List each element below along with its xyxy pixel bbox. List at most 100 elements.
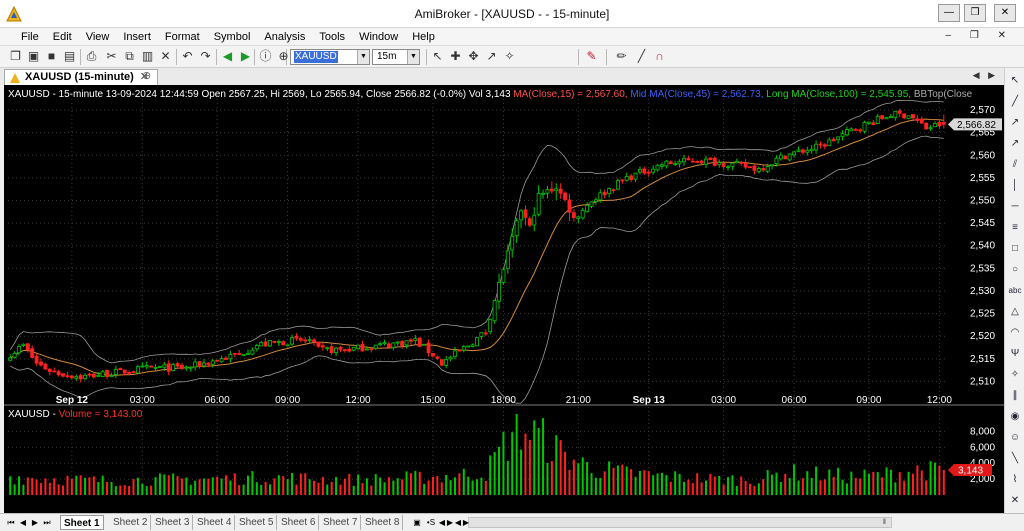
regression-icon[interactable]: ╲ [1008,452,1022,466]
save-all-icon[interactable]: ▤ [62,49,77,64]
cut-icon[interactable]: ✂ [104,49,119,64]
menu-window[interactable]: Window [352,31,405,43]
sheet-tab-6[interactable]: Sheet 6 [278,515,320,530]
menu-help[interactable]: Help [405,31,442,43]
new-icon[interactable]: ❐ [8,49,23,64]
candle-body [611,189,616,192]
sheet-tab-8[interactable]: Sheet 8 [362,515,404,530]
volume-bar [163,474,166,495]
sheet-lock-icon[interactable]: ▣ [410,517,424,528]
fibonacci-icon[interactable]: ≡ [1008,221,1022,235]
maximize-button[interactable]: ❐ [964,4,986,22]
print-icon[interactable]: ⎙ [84,49,99,64]
magnet-icon[interactable]: ∩ [652,49,667,64]
menu-format[interactable]: Format [158,31,207,43]
crosshair-icon[interactable]: ✚ [448,49,463,64]
symbol-combo[interactable]: XAUUSD ▼ [290,49,370,65]
menu-file[interactable]: File [14,31,46,43]
gann-icon[interactable]: ✧ [1008,368,1022,382]
candle-body [721,163,726,168]
info-icon[interactable]: ⓘ [258,49,273,64]
menu-insert[interactable]: Insert [116,31,158,43]
extended-line-icon[interactable]: ↗ [1008,137,1022,151]
smiley-icon[interactable]: ☺ [1008,431,1022,445]
select-icon[interactable]: ↗ [484,49,499,64]
sheet-fx-button[interactable]: •S [424,517,438,528]
arrow-cursor-icon[interactable]: ↖ [1008,74,1022,88]
prev-sheet-button[interactable]: ◀ [18,517,28,528]
sheet-nav-arrow[interactable]: ▶ [446,517,454,528]
tab-scroll-buttons[interactable]: ◀ ▶ [973,70,998,81]
color-pen-icon[interactable]: ✎ [584,49,599,64]
delete-drawings-icon[interactable]: ✕ [1008,494,1022,508]
delete-icon[interactable]: ✕ [158,49,173,64]
arc-icon[interactable]: ◠ [1008,326,1022,340]
paste-icon[interactable]: ▥ [140,49,155,64]
symbol-input[interactable]: XAUUSD [294,51,338,63]
scroll-thumb[interactable]: ‖ [883,519,889,526]
sheet-nav-arrow[interactable]: ◀ [454,517,462,528]
marker-icon[interactable]: ◉ [1008,410,1022,424]
zigzag-icon[interactable]: ⌇ [1008,473,1022,487]
chevron-down-icon[interactable]: ▼ [407,50,419,64]
tab-xauusd-15-minute[interactable]: XAUUSD (15-minute) ✕ [4,69,159,85]
back-icon[interactable]: ◀ [220,49,235,64]
candle-body [576,216,581,219]
trendline-icon[interactable]: ╱ [1008,95,1022,109]
open-icon[interactable]: ▣ [26,49,41,64]
mdi-window-controls[interactable]: – ❐ ✕ [946,30,1014,41]
next-sheet-button[interactable]: ▶ [30,517,40,528]
volume-bar [718,475,721,495]
volume-bar [691,483,694,495]
channel-icon[interactable]: ⫽ [1008,158,1022,172]
close-button[interactable]: ✕ [994,4,1016,22]
sheet-tab-4[interactable]: Sheet 4 [194,515,236,530]
sheet-tab-7[interactable]: Sheet 7 [320,515,362,530]
horizontal-line-icon[interactable]: ─ [1008,200,1022,214]
line-width-icon[interactable]: ╱ [634,49,649,64]
volume-bar [335,477,338,495]
ray-icon[interactable]: ↗ [1008,116,1022,130]
vertical-line-icon[interactable]: │ [1008,179,1022,193]
cycles-icon[interactable]: ∥ [1008,389,1022,403]
text-icon[interactable]: abc [1008,284,1022,298]
interval-combo[interactable]: 15m ▼ [372,49,420,65]
menu-analysis[interactable]: Analysis [257,31,312,43]
chart-canvas[interactable]: 2,510 2,515 2,520 2,525 2,530 2,535 2,540 2,545… [4,85,1004,513]
triangle-icon[interactable]: △ [1008,305,1022,319]
menu-edit[interactable]: Edit [46,31,79,43]
last-sheet-button[interactable]: ⏭ [42,517,52,528]
chart-area[interactable]: 2,510 2,515 2,520 2,525 2,530 2,535 2,540 2,545… [4,85,1004,513]
pitchfork-icon[interactable]: Ψ [1008,347,1022,361]
save-icon[interactable]: ■ [44,49,59,64]
redo-icon[interactable]: ↷ [198,49,213,64]
sheet-tab-1[interactable]: Sheet 1 [60,515,104,530]
candle-body [215,359,220,362]
sheet-tab-2[interactable]: Sheet 2 [110,515,152,530]
minimize-button[interactable]: — [938,4,960,22]
forward-icon[interactable]: ▶ [238,49,253,64]
menu-tools[interactable]: Tools [312,31,352,43]
pencil-icon[interactable]: ✏ [614,49,629,64]
chevron-down-icon[interactable]: ▼ [357,50,369,64]
menu-view[interactable]: View [79,31,117,43]
cursor-icon[interactable]: ↖ [430,49,445,64]
zoom-icon[interactable]: ⊕ [276,49,291,64]
volume-bar [233,473,236,495]
copy-icon[interactable]: ⧉ [122,49,137,64]
first-sheet-button[interactable]: ⏮ [6,517,16,528]
ellipse-icon[interactable]: ○ [1008,263,1022,277]
undo-icon[interactable]: ↶ [180,49,195,64]
sheet-tab-5[interactable]: Sheet 5 [236,515,278,530]
candle-body [391,342,396,349]
menu-symbol[interactable]: Symbol [207,31,258,43]
sheet-nav-arrow[interactable]: ◀ [438,517,446,528]
horizontal-scrollbar[interactable]: ‖ [468,517,892,528]
candle-body [153,366,158,369]
wand-icon[interactable]: ✧ [502,49,517,64]
rectangle-icon[interactable]: □ [1008,242,1022,256]
pan-icon[interactable]: ✥ [466,49,481,64]
sheet-nav-arrow[interactable]: ▶ [462,517,470,528]
new-tab-icon[interactable]: ⊕ [142,69,151,82]
sheet-tab-3[interactable]: Sheet 3 [152,515,194,530]
